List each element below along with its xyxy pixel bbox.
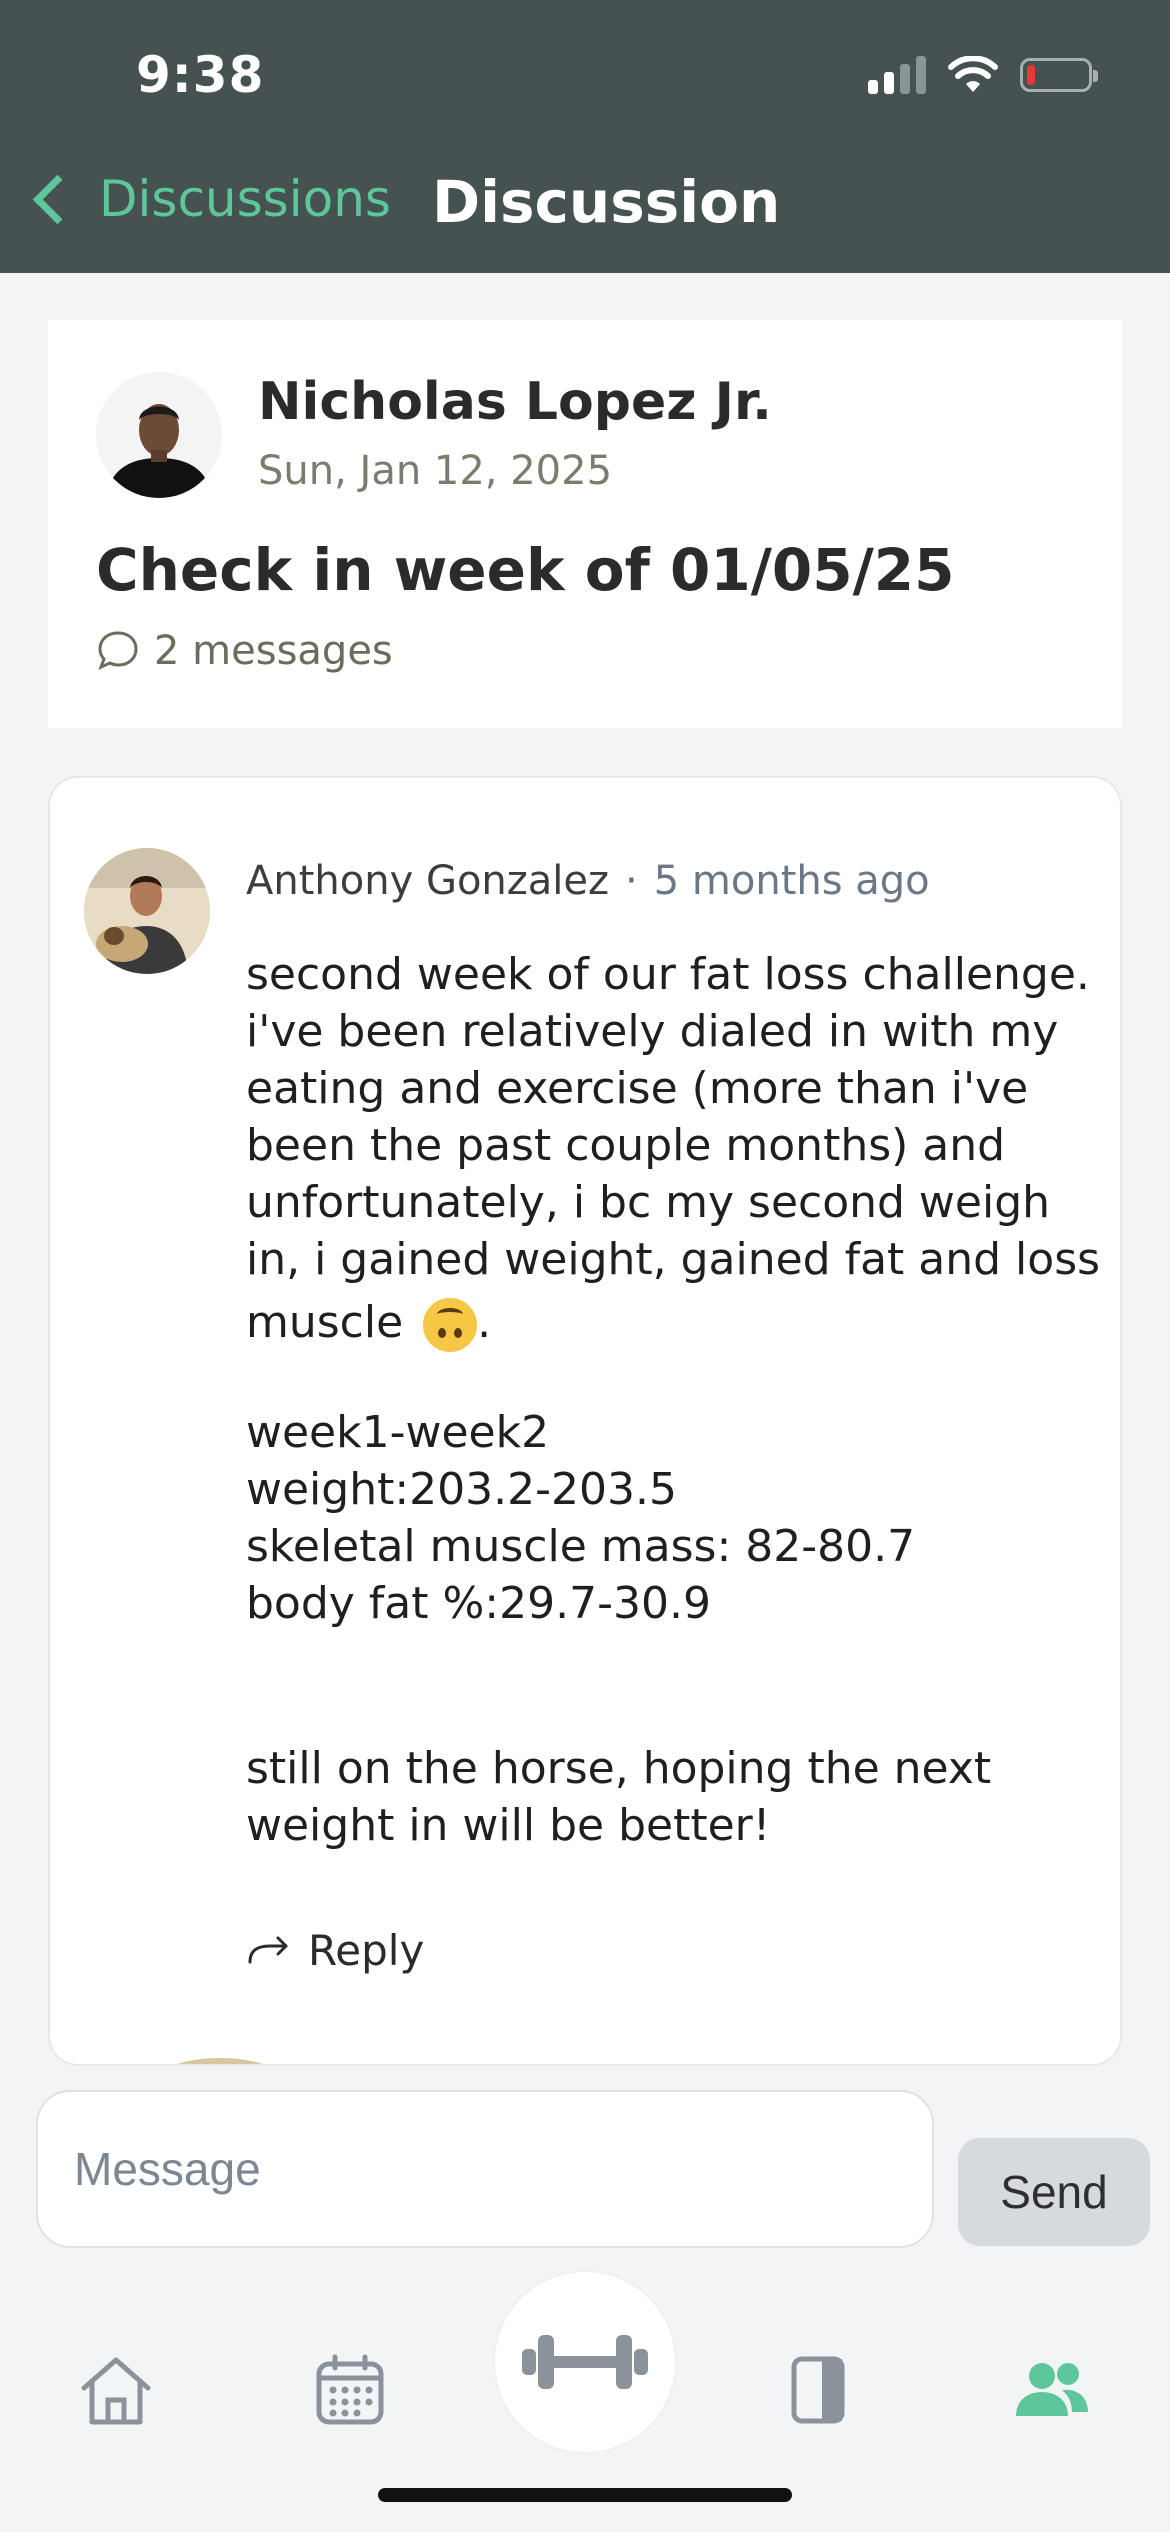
- comment-card: Anthony Gonzalez · 5 months ago second w…: [48, 776, 1122, 2066]
- status-time: 9:38: [136, 46, 265, 104]
- topic-card: Nicholas Lopez Jr. Sun, Jan 12, 2025 Che…: [48, 320, 1122, 728]
- battery-icon: [1020, 58, 1098, 92]
- tab-workout[interactable]: [495, 2272, 675, 2452]
- app-header: 9:38 Discussions Discussion: [0, 0, 1170, 273]
- wifi-icon: [948, 56, 998, 92]
- message-composer: Send: [0, 2066, 1170, 2272]
- chat-bubble-icon: [98, 631, 138, 670]
- message-count-label: 2 messages: [154, 628, 393, 674]
- comment-body: second week of our fat loss challenge. i…: [246, 946, 1106, 1854]
- body-line: week1-week2: [246, 1407, 550, 1458]
- topic-date: Sun, Jan 12, 2025: [258, 448, 613, 494]
- community-icon: [1016, 2363, 1088, 2416]
- comment-header: Anthony Gonzalez · 5 months ago: [246, 858, 930, 904]
- body-line: muscle .: [246, 1294, 1106, 1352]
- tab-community[interactable]: [992, 2330, 1112, 2450]
- comment-time: 5 months ago: [653, 858, 930, 904]
- cellular-signal-icon: [868, 56, 926, 94]
- page-title: Discussion: [432, 168, 781, 236]
- body-line: i've been relatively dialed in with my: [246, 1006, 1059, 1057]
- commenter-photo: [84, 848, 210, 974]
- reply-button[interactable]: Reply: [246, 1926, 424, 1975]
- back-label: Discussions: [99, 170, 391, 228]
- upside-down-face-emoji-icon: [423, 1298, 478, 1352]
- body-line: weight:203.2-203.5: [246, 1464, 677, 1515]
- send-button[interactable]: Send: [958, 2138, 1150, 2246]
- message-input[interactable]: [36, 2090, 934, 2248]
- back-button[interactable]: Discussions: [24, 170, 391, 228]
- dumbbell-icon: [522, 2335, 648, 2389]
- status-icons: [868, 56, 1098, 94]
- journal-icon: [791, 2356, 845, 2424]
- separator-dot: ·: [625, 858, 638, 904]
- body-line: still on the horse, hoping the next: [246, 1743, 992, 1794]
- home-icon: [81, 2357, 151, 2425]
- tab-home[interactable]: [56, 2330, 176, 2450]
- comment-author[interactable]: Anthony Gonzalez: [246, 858, 609, 904]
- calendar-icon: [316, 2354, 384, 2425]
- body-text: muscle: [246, 1297, 404, 1348]
- body-line: been the past couple months) and: [246, 1120, 1006, 1171]
- body-line: eating and exercise (more than i've: [246, 1063, 1029, 1114]
- topic-title: Check in week of 01/05/25: [96, 536, 955, 604]
- body-line: unfortunately, i bc my second weigh: [246, 1177, 1051, 1228]
- author-photo: [96, 372, 222, 498]
- tab-calendar[interactable]: [290, 2330, 410, 2450]
- body-line: skeletal muscle mass: 82-80.7: [246, 1521, 916, 1572]
- body-line: weight in will be better!: [246, 1800, 771, 1851]
- message-count: 2 messages: [96, 628, 393, 674]
- body-text: .: [477, 1297, 492, 1348]
- avatar[interactable]: [84, 848, 210, 974]
- body-line: second week of our fat loss challenge.: [246, 949, 1090, 1000]
- tab-journal[interactable]: [758, 2330, 878, 2450]
- reply-label: Reply: [308, 1926, 425, 1975]
- home-indicator: [378, 2488, 792, 2502]
- next-comment-avatar: [160, 2058, 280, 2064]
- reply-arrow-icon: [248, 1936, 288, 1963]
- avatar[interactable]: [96, 372, 222, 498]
- body-line: body fat %:29.7-30.9: [246, 1578, 711, 1629]
- topic-author-name: Nicholas Lopez Jr.: [258, 372, 772, 432]
- body-line: in, i gained weight, gained fat and loss: [246, 1234, 1101, 1285]
- chevron-left-icon: [32, 174, 83, 224]
